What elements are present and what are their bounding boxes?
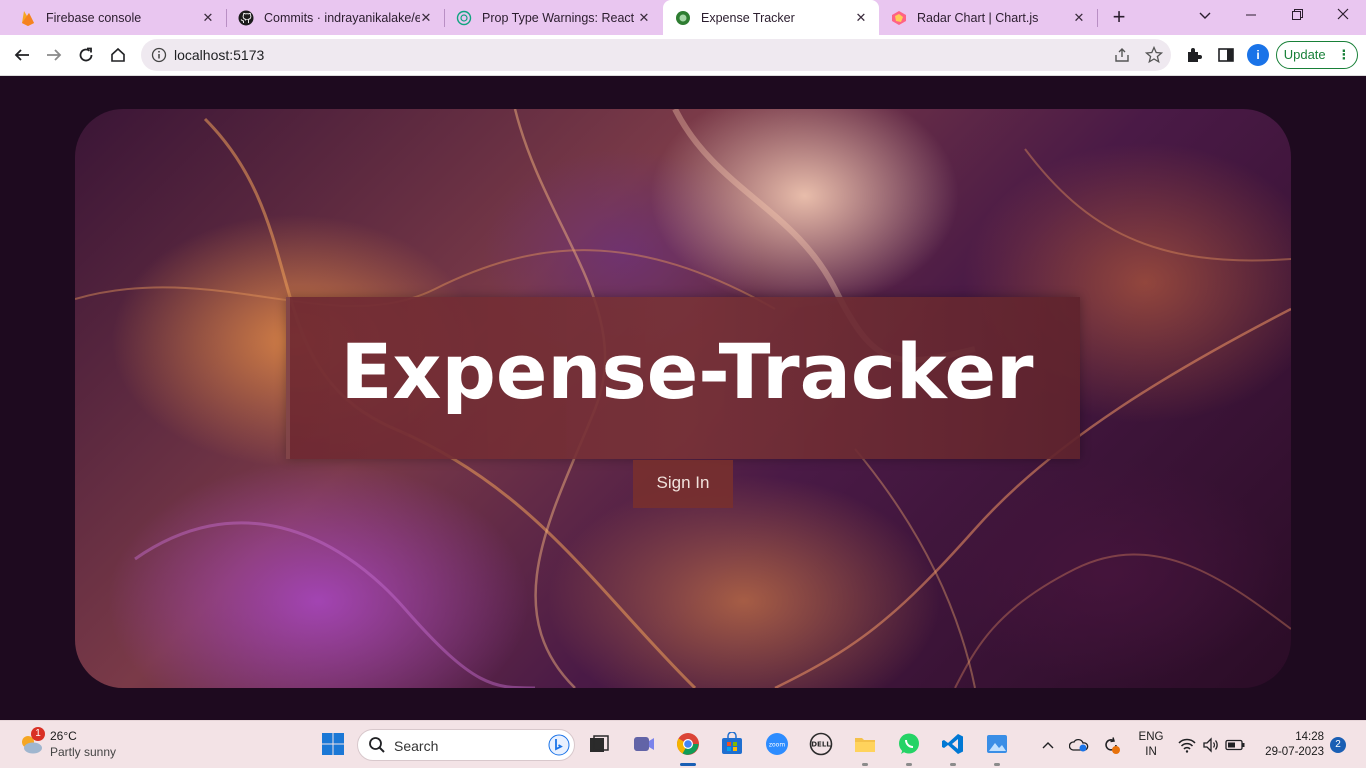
update-label: Update — [1283, 47, 1326, 62]
volume-icon[interactable] — [1201, 735, 1221, 755]
forward-button[interactable] — [40, 41, 68, 69]
teams-chat-icon[interactable] — [629, 729, 659, 759]
weather-temperature[interactable]: 26°C — [50, 729, 77, 743]
clock-time: 14:28 — [1295, 731, 1324, 743]
close-tab-icon[interactable]: ✕ — [200, 10, 216, 26]
search-icon — [368, 736, 386, 759]
tab-separator — [226, 9, 227, 27]
vscode-running-indicator — [950, 763, 956, 766]
battery-icon[interactable] — [1225, 735, 1245, 755]
svg-text:DELL: DELL — [811, 741, 831, 749]
file-explorer-icon[interactable] — [850, 729, 880, 759]
photos-icon[interactable] — [982, 729, 1012, 759]
photos-running-indicator — [994, 763, 1000, 766]
bing-icon[interactable] — [548, 734, 570, 756]
wifi-icon[interactable] — [1177, 735, 1197, 755]
tab-prop-type-warnings[interactable]: Prop Type Warnings: React ✕ — [446, 0, 662, 35]
home-button[interactable] — [104, 41, 132, 69]
tab-title: Firebase console — [46, 10, 142, 25]
whatsapp-icon[interactable] — [894, 729, 924, 759]
update-button[interactable]: Update ⋮ — [1276, 41, 1358, 69]
back-button[interactable] — [8, 41, 36, 69]
taskbar-search[interactable]: Search — [357, 729, 575, 761]
clock-date: 29-07-2023 — [1265, 746, 1324, 758]
bookmark-star-icon[interactable] — [1144, 45, 1164, 69]
system-clock[interactable]: 14:28 29-07-2023 — [1254, 730, 1324, 760]
github-icon — [238, 10, 254, 26]
microsoft-store-icon[interactable] — [717, 729, 747, 759]
chrome-running-indicator — [680, 763, 696, 766]
app-favicon — [675, 10, 691, 26]
browser-toolbar: localhost:5173 i Update ⋮ — [0, 35, 1366, 76]
share-icon[interactable] — [1113, 46, 1131, 69]
tab-expense-tracker[interactable]: Expense Tracker ✕ — [663, 0, 879, 35]
page-content: Expense-Tracker Sign In — [0, 77, 1366, 720]
show-hidden-icons-chevron-icon[interactable] — [1038, 735, 1058, 755]
side-panel-icon[interactable] — [1215, 44, 1237, 66]
extensions-icon[interactable] — [1183, 44, 1205, 66]
sign-in-button[interactable]: Sign In — [633, 460, 733, 508]
title-banner: Expense-Tracker — [286, 297, 1080, 459]
notification-badge[interactable]: 2 — [1330, 737, 1346, 753]
close-tab-icon[interactable]: ✕ — [853, 10, 869, 26]
app-title: Expense-Tracker — [340, 327, 1034, 416]
new-tab-button[interactable]: + — [1106, 5, 1132, 31]
tab-title: Commits · indrayanikalake/ex — [264, 10, 420, 25]
svg-text:zoom: zoom — [769, 742, 785, 749]
tab-separator — [1097, 9, 1098, 27]
hero-background: Expense-Tracker Sign In — [75, 109, 1291, 688]
more-menu-icon[interactable]: ⋮ — [1337, 47, 1350, 62]
profile-avatar[interactable]: i — [1247, 44, 1269, 66]
onedrive-sync-icon[interactable] — [1069, 735, 1089, 755]
reload-button[interactable] — [72, 41, 100, 69]
dell-icon[interactable]: DELL — [806, 729, 836, 759]
chartjs-icon — [891, 10, 907, 26]
tab-search-chevron-icon[interactable] — [1182, 0, 1228, 30]
windows-taskbar: 1 26°C Partly sunny Search zoom DELL ENG… — [0, 720, 1366, 768]
chatgpt-icon — [456, 10, 472, 26]
url-text[interactable]: localhost:5173 — [174, 47, 264, 63]
close-tab-icon[interactable]: ✕ — [418, 10, 434, 26]
close-tab-icon[interactable]: ✕ — [1071, 10, 1087, 26]
firebase-icon — [20, 10, 36, 26]
whatsapp-running-indicator — [906, 763, 912, 766]
language-indicator[interactable]: ENG IN — [1138, 730, 1164, 760]
tab-title: Expense Tracker — [701, 10, 795, 25]
weather-description[interactable]: Partly sunny — [50, 745, 116, 759]
tab-github-commits[interactable]: Commits · indrayanikalake/ex ✕ — [228, 0, 444, 35]
close-window-button[interactable] — [1320, 0, 1366, 30]
task-view-icon[interactable] — [584, 729, 614, 759]
close-tab-icon[interactable]: ✕ — [636, 10, 652, 26]
start-button[interactable] — [318, 729, 348, 759]
minimize-button[interactable] — [1228, 0, 1274, 30]
weather-badge: 1 — [31, 727, 45, 741]
tab-separator — [444, 9, 445, 27]
sync-warning-icon[interactable] — [1101, 735, 1121, 755]
address-bar[interactable]: localhost:5173 — [141, 39, 1171, 71]
tab-firebase[interactable]: Firebase console ✕ — [0, 0, 226, 35]
tab-title: Prop Type Warnings: React — [482, 10, 635, 25]
tab-radar-chart[interactable]: Radar Chart | Chart.js ✕ — [881, 0, 1097, 35]
zoom-icon[interactable]: zoom — [762, 729, 792, 759]
site-info-icon[interactable] — [151, 47, 167, 68]
vscode-icon[interactable] — [938, 729, 968, 759]
explorer-running-indicator — [862, 763, 868, 766]
region-code: IN — [1145, 746, 1157, 758]
chrome-icon[interactable] — [673, 729, 703, 759]
tab-strip: Firebase console ✕ Commits · indrayanika… — [0, 0, 1366, 35]
restore-button[interactable] — [1274, 0, 1320, 30]
tab-title: Radar Chart | Chart.js — [917, 10, 1039, 25]
language-code: ENG — [1138, 731, 1164, 743]
search-placeholder: Search — [394, 738, 439, 754]
